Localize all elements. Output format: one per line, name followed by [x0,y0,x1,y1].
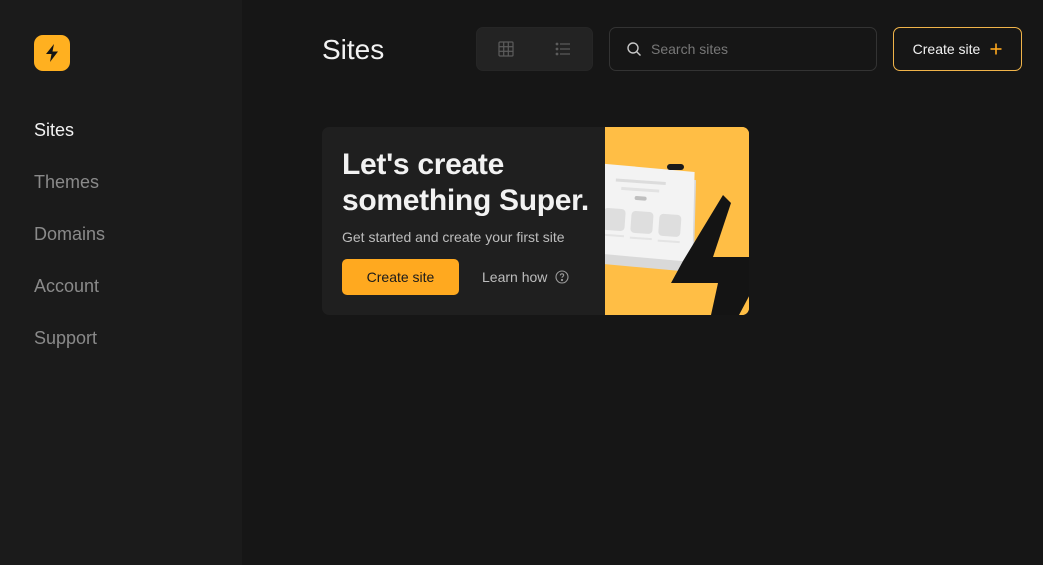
learn-how-label: Learn how [482,269,548,285]
logo[interactable] [34,35,70,71]
card-illustration [605,127,749,315]
sidebar-item-domains[interactable]: Domains [34,220,105,248]
card-text: Let's create something Super. Get starte… [342,147,604,246]
lightning-bolt-icon [46,44,58,62]
sidebar-item-account[interactable]: Account [34,272,105,300]
sidebar-item-sites[interactable]: Sites [34,116,105,144]
search-icon [627,42,641,56]
help-circle-icon [555,270,569,284]
card-create-site-button[interactable]: Create site [342,259,459,295]
card-actions: Create site Learn how [342,259,569,295]
plus-icon [990,43,1002,55]
sidebar-nav: Sites Themes Domains Account Support [34,116,105,376]
learn-how-link[interactable]: Learn how [482,269,569,285]
create-site-label: Create site [912,41,981,57]
page-title: Sites [322,34,385,65]
search-box [609,27,877,71]
sidebar-item-support[interactable]: Support [34,324,105,352]
get-started-card: Let's create something Super. Get starte… [322,127,749,315]
view-toggle [476,27,593,71]
search-input[interactable] [651,41,861,57]
list-icon [555,42,571,56]
grid-view-button[interactable] [477,28,535,70]
create-site-button[interactable]: Create site [893,27,1022,71]
card-subtitle: Get started and create your first site [342,229,565,245]
sidebar: Sites Themes Domains Account Support [0,0,242,565]
sidebar-item-themes[interactable]: Themes [34,168,105,196]
grid-icon [498,41,514,57]
list-view-button[interactable] [535,28,593,70]
card-headline: Let's create something Super. [342,148,589,217]
main-content: Sites Search sites Create site Let's cre… [242,0,1043,565]
website-preview-illustration [605,127,749,315]
